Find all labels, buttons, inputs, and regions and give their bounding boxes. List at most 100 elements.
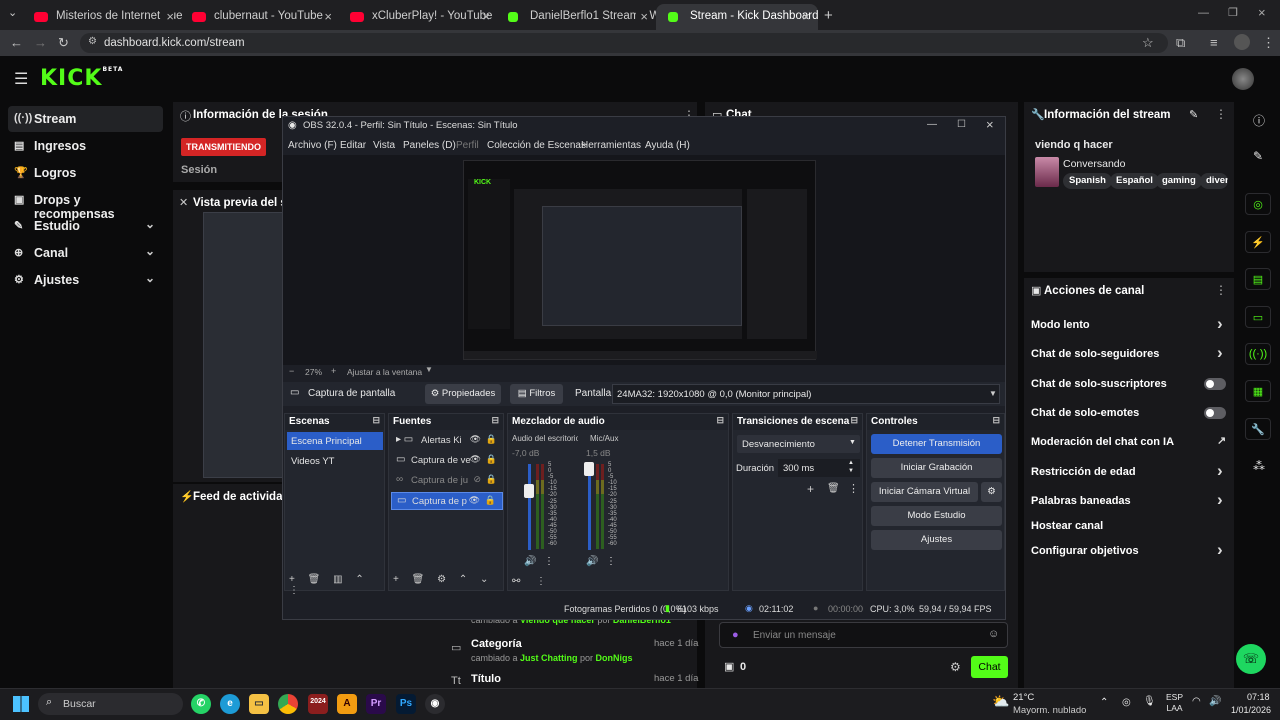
chrome-icon[interactable]	[278, 694, 298, 714]
clock-date[interactable]: 1/01/2026	[1231, 705, 1271, 715]
mic-tray-icon[interactable]: 🎙	[1143, 696, 1156, 707]
tools-icon[interactable]: 🔧	[1245, 418, 1271, 440]
move-source-up-icon[interactable]: ⌃	[459, 574, 467, 585]
lock-icon[interactable]: 🔒	[485, 495, 496, 506]
visibility-eye-icon[interactable]: 👁	[470, 434, 481, 445]
source-item-alerts[interactable]: ▸ ▭ Alertas Ki 👁 🔒	[391, 432, 503, 450]
illustrator-icon[interactable]: A	[337, 694, 357, 714]
close-tab-icon[interactable]: ×	[636, 9, 648, 24]
add-transition-icon[interactable]: +	[807, 482, 814, 496]
scene-more-icon[interactable]: ⋮	[289, 585, 299, 596]
sidebar-item-estudio[interactable]: ✎ Estudio ⌄	[8, 213, 163, 239]
transition-more-icon[interactable]: ⋮	[848, 482, 859, 495]
desktop-volume-slider-handle[interactable]	[524, 484, 534, 498]
virtual-camera-settings-icon[interactable]: ⚙	[981, 482, 1002, 502]
desktop-volume-slider-track[interactable]	[528, 464, 531, 550]
menu-perfil[interactable]: Perfil	[456, 140, 479, 151]
source-item-game-capture[interactable]: ∞ Captura de ju ⊘ 🔒	[391, 472, 503, 490]
hidden-eye-icon[interactable]: ⊘	[473, 474, 481, 485]
obs-taskbar-icon[interactable]: ◉	[425, 694, 445, 714]
delete-transition-icon[interactable]: 🗑	[827, 483, 840, 494]
volume-icon[interactable]: 🔊	[1209, 696, 1221, 707]
lock-icon[interactable]: 🔒	[486, 454, 497, 465]
scene-filters-icon[interactable]: ▥	[333, 574, 342, 585]
broadcast-icon[interactable]: ((·))	[1245, 343, 1271, 365]
chevron-down-icon[interactable]: ⌄	[145, 217, 155, 231]
desktop-more-icon[interactable]: ⋮	[544, 556, 554, 567]
settings-button[interactable]: Ajustes	[871, 530, 1002, 550]
move-source-down-icon[interactable]: ⌄	[480, 574, 488, 585]
channel-action-hostear-canal[interactable]: Hostear canal	[1031, 520, 1231, 532]
menu-ayuda[interactable]: Ayuda (H)	[645, 140, 690, 151]
channel-action-moderación-del-chat-con-ia[interactable]: Moderación del chat con IA ↗	[1031, 435, 1231, 448]
move-scene-up-icon[interactable]: ⌃	[355, 574, 363, 585]
chevron-down-icon[interactable]: ⌄	[145, 244, 155, 258]
fit-dropdown-icon[interactable]: ▼	[425, 365, 433, 374]
chat-message-input[interactable]: ● Enviar un mensaje ☺	[719, 622, 1008, 648]
source-properties-icon[interactable]: ⚙	[437, 574, 446, 585]
close-tab-icon[interactable]: ×	[802, 9, 810, 24]
zoom-out-icon[interactable]: −	[289, 366, 294, 376]
start-recording-button[interactable]: Iniciar Grabación	[871, 458, 1002, 478]
minimize-window-icon[interactable]: —	[1198, 7, 1209, 19]
transition-select[interactable]: Desvanecimiento ▼	[737, 435, 860, 453]
message-icon[interactable]: ▭	[1245, 306, 1271, 328]
channel-action-configurar-objetivos[interactable]: Configurar objetivos ›	[1031, 540, 1231, 559]
menu-paneles[interactable]: Paneles (D)	[403, 140, 456, 151]
forward-icon[interactable]: →	[34, 35, 47, 50]
mixer-menu-icon[interactable]: ⋮	[536, 576, 546, 587]
emote-icon[interactable]: ☺	[988, 628, 999, 640]
lock-icon[interactable]: 🔒	[486, 434, 497, 445]
studio-mode-button[interactable]: Modo Estudio	[871, 506, 1002, 526]
preview-close-icon[interactable]: ✕	[179, 196, 188, 209]
media-control-icon[interactable]: ≡	[1210, 35, 1218, 50]
hamburger-menu-icon[interactable]: ☰	[14, 69, 28, 89]
file-explorer-icon[interactable]: ▭	[249, 694, 269, 714]
toggle-switch[interactable]	[1204, 407, 1226, 419]
edit-stream-info-icon[interactable]: ✎	[1189, 108, 1198, 121]
extensions-icon[interactable]: ⧉	[1176, 35, 1185, 51]
chevron-right-icon[interactable]: ›	[1217, 540, 1223, 560]
back-icon[interactable]: ←	[10, 35, 23, 50]
menu-vista[interactable]: Vista	[373, 140, 395, 151]
channel-action-chat-de-solo-seguidores[interactable]: Chat de solo-seguidores ›	[1031, 343, 1231, 362]
language-indicator[interactable]: ESP LAA	[1166, 692, 1183, 714]
restore-window-icon[interactable]: ❐	[1228, 6, 1238, 19]
chevron-right-icon[interactable]: ›	[1217, 314, 1223, 334]
close-tab-icon[interactable]: ×	[162, 9, 174, 24]
wifi-icon[interactable]: ◠	[1192, 696, 1201, 707]
browser-tab-1[interactable]: Misterios de Internet que Dura ×	[22, 4, 182, 30]
reload-icon[interactable]: ↻	[58, 35, 69, 51]
visibility-eye-icon[interactable]: 👁	[470, 454, 481, 465]
source-item-display-capture[interactable]: ▭ Captura de p 👁 🔒	[391, 492, 503, 510]
sidebar-item-drops-y-recompensas[interactable]: ▣ Drops y recompensas	[8, 187, 163, 221]
url-input[interactable]: ⚙ dashboard.kick.com/stream	[80, 33, 1168, 53]
new-tab-icon[interactable]: +	[824, 7, 833, 24]
screen-select[interactable]: 24MA32: 1920x1080 @ 0,0 (Monitor princip…	[612, 384, 1000, 404]
channel-action-chat-de-solo-emotes[interactable]: Chat de solo-emotes	[1031, 407, 1231, 419]
sidebar-item-ajustes[interactable]: ⚙ Ajustes ⌄	[8, 267, 163, 293]
source-item-window-capture[interactable]: ▭ Captura de ve 👁 🔒	[391, 452, 503, 470]
channel-action-modo-lento[interactable]: Modo lento ›	[1031, 314, 1231, 333]
user-avatar[interactable]	[1232, 68, 1254, 90]
chevron-down-icon[interactable]: ⌄	[145, 271, 155, 285]
kick-logo[interactable]: KICKBETA	[40, 66, 123, 91]
obs-preview-canvas[interactable]: KICK	[463, 160, 817, 360]
browser-tab-4[interactable]: DanielBerflo1 Stream - Watch L ×	[496, 4, 656, 30]
tab-list-menu-icon[interactable]: ⌄	[8, 6, 17, 19]
properties-button[interactable]: ⚙ Propiedades	[425, 384, 501, 404]
stream-info-more-icon[interactable]: ⋮	[1215, 107, 1227, 121]
browser-menu-icon[interactable]: ⋮	[1262, 35, 1275, 51]
pencil-icon[interactable]: ✎	[1253, 149, 1263, 163]
mic-volume-slider-handle[interactable]	[584, 462, 594, 476]
toggle-switch[interactable]	[1204, 378, 1226, 390]
filters-button[interactable]: ▤ Filtros	[510, 384, 563, 404]
session-tab[interactable]: Sesión	[181, 164, 217, 176]
moderation-icon[interactable]: ◎	[1245, 193, 1271, 215]
menu-coleccion-escenas[interactable]: Colección de Escenas	[487, 140, 586, 151]
chevron-right-icon[interactable]: ›	[1217, 343, 1223, 363]
fit-to-window-label[interactable]: Ajustar a la ventana	[347, 367, 422, 377]
mic-volume-slider-track[interactable]	[588, 464, 591, 550]
sidebar-item-canal[interactable]: ⊕ Canal ⌄	[8, 240, 163, 266]
chevron-right-icon[interactable]: ›	[1217, 461, 1223, 481]
